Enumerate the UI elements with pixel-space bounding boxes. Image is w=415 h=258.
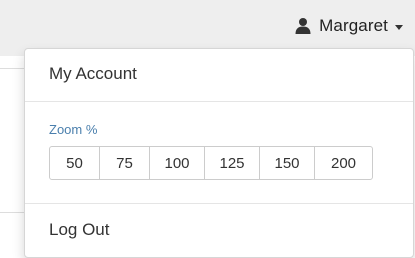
zoom-50-button[interactable]: 50 xyxy=(49,146,100,180)
menu-divider xyxy=(25,101,413,102)
caret-down-icon xyxy=(395,24,403,30)
zoom-100-button[interactable]: 100 xyxy=(149,146,205,180)
user-dropdown-menu: My Account Zoom % 50 75 100 125 150 200 … xyxy=(24,48,414,258)
menu-divider xyxy=(25,203,413,204)
user-name-label: Margaret xyxy=(319,16,388,35)
zoom-75-button[interactable]: 75 xyxy=(99,146,150,180)
log-out-menu-item[interactable]: Log Out xyxy=(25,220,413,240)
zoom-200-button[interactable]: 200 xyxy=(314,146,373,180)
zoom-125-button[interactable]: 125 xyxy=(204,146,260,180)
user-icon xyxy=(293,14,313,38)
zoom-header: Zoom % xyxy=(49,122,98,137)
zoom-150-button[interactable]: 150 xyxy=(259,146,315,180)
my-account-menu-item[interactable]: My Account xyxy=(25,64,413,84)
user-menu-toggle[interactable]: Margaret xyxy=(293,11,403,41)
zoom-button-group: 50 75 100 125 150 200 xyxy=(49,146,373,180)
